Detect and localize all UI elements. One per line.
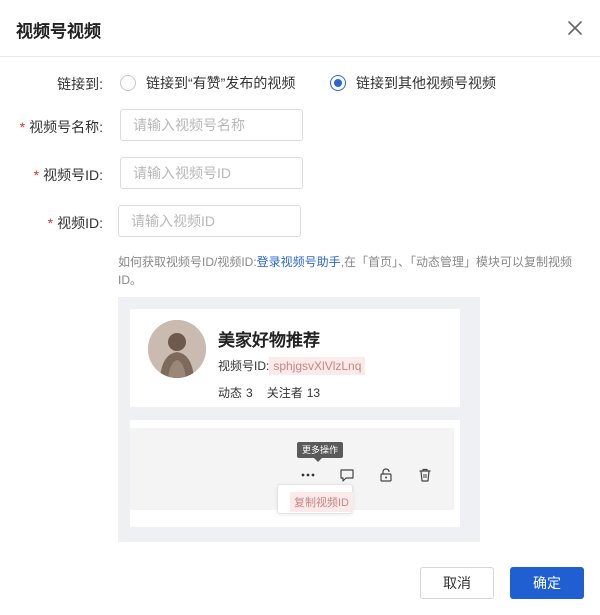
link-to-label: 链接到:: [57, 76, 103, 92]
id-value: sphjgsvXlVlzLnq: [269, 357, 366, 375]
channel-name-input[interactable]: [120, 109, 303, 141]
help-prefix: 如何获取视频号ID/视频ID:: [118, 255, 257, 269]
copy-video-id-popover: 复制视频ID: [277, 484, 353, 514]
radio-other-channel-video[interactable]: 链接到其他视频号视频: [330, 73, 496, 93]
required-mark: *: [19, 119, 26, 135]
dialog-header: 视频号视频: [0, 0, 600, 57]
channel-assistant-link[interactable]: 登录视频号助手: [257, 255, 341, 269]
video-id-input[interactable]: [118, 205, 301, 237]
radio-label: 链接到“有赞”发布的视频: [146, 75, 296, 91]
help-text: 如何获取视频号ID/视频ID:登录视频号助手,在「首页」、「动态管理」模块可以复…: [118, 253, 586, 289]
cancel-button[interactable]: 取消: [420, 567, 494, 599]
channel-name-label: * 视频号名称:: [0, 117, 103, 137]
profile-card: 美家好物推荐 视频号ID: sphjgsvXlVlzLnq 动态 3 关注者 13: [130, 309, 460, 407]
comment-icon: [340, 469, 354, 482]
dialog-title: 视频号视频: [16, 22, 101, 41]
followers-label: 关注者: [266, 386, 303, 400]
followers-count: 13: [306, 386, 321, 400]
required-mark: *: [33, 167, 40, 183]
copy-video-id-label: 复制视频ID: [290, 492, 353, 512]
channel-id-label: * 视频号ID:: [0, 165, 103, 185]
radio-youzan-video[interactable]: 链接到“有赞”发布的视频: [120, 73, 295, 93]
example-stats: 动态 3 关注者 13: [218, 384, 334, 401]
more-actions-tooltip: 更多操作: [297, 442, 344, 462]
posts-label: 动态: [218, 386, 243, 400]
example-illustration: 美家好物推荐 视频号ID: sphjgsvXlVlzLnq 动态 3 关注者 13 更多…: [118, 297, 480, 542]
label-text: 视频ID:: [57, 215, 103, 231]
label-text: 视频号名称:: [29, 119, 103, 135]
posts-count: 3: [246, 386, 253, 400]
radio-circle: [120, 75, 136, 91]
example-channel-id: 视频号ID: sphjgsvXlVlzLnq: [218, 357, 366, 375]
radio-label: 链接到其他视频号视频: [356, 75, 496, 91]
video-id-label: * 视频ID:: [0, 213, 103, 233]
lock-icon: [380, 468, 392, 482]
trash-icon: [419, 468, 431, 482]
radio-circle-checked: [330, 75, 346, 91]
id-label: 视频号ID:: [218, 359, 270, 373]
channel-id-input[interactable]: [120, 157, 303, 189]
label-text: 视频号ID:: [43, 167, 103, 183]
post-card: 更多操作 复制视频ID: [130, 420, 460, 527]
required-mark: *: [47, 215, 54, 231]
avatar: [148, 320, 206, 378]
example-nickname: 美家好物推荐: [218, 331, 320, 350]
close-icon[interactable]: [565, 18, 585, 38]
more-icon: [301, 473, 315, 477]
confirm-button[interactable]: 确定: [510, 567, 584, 599]
